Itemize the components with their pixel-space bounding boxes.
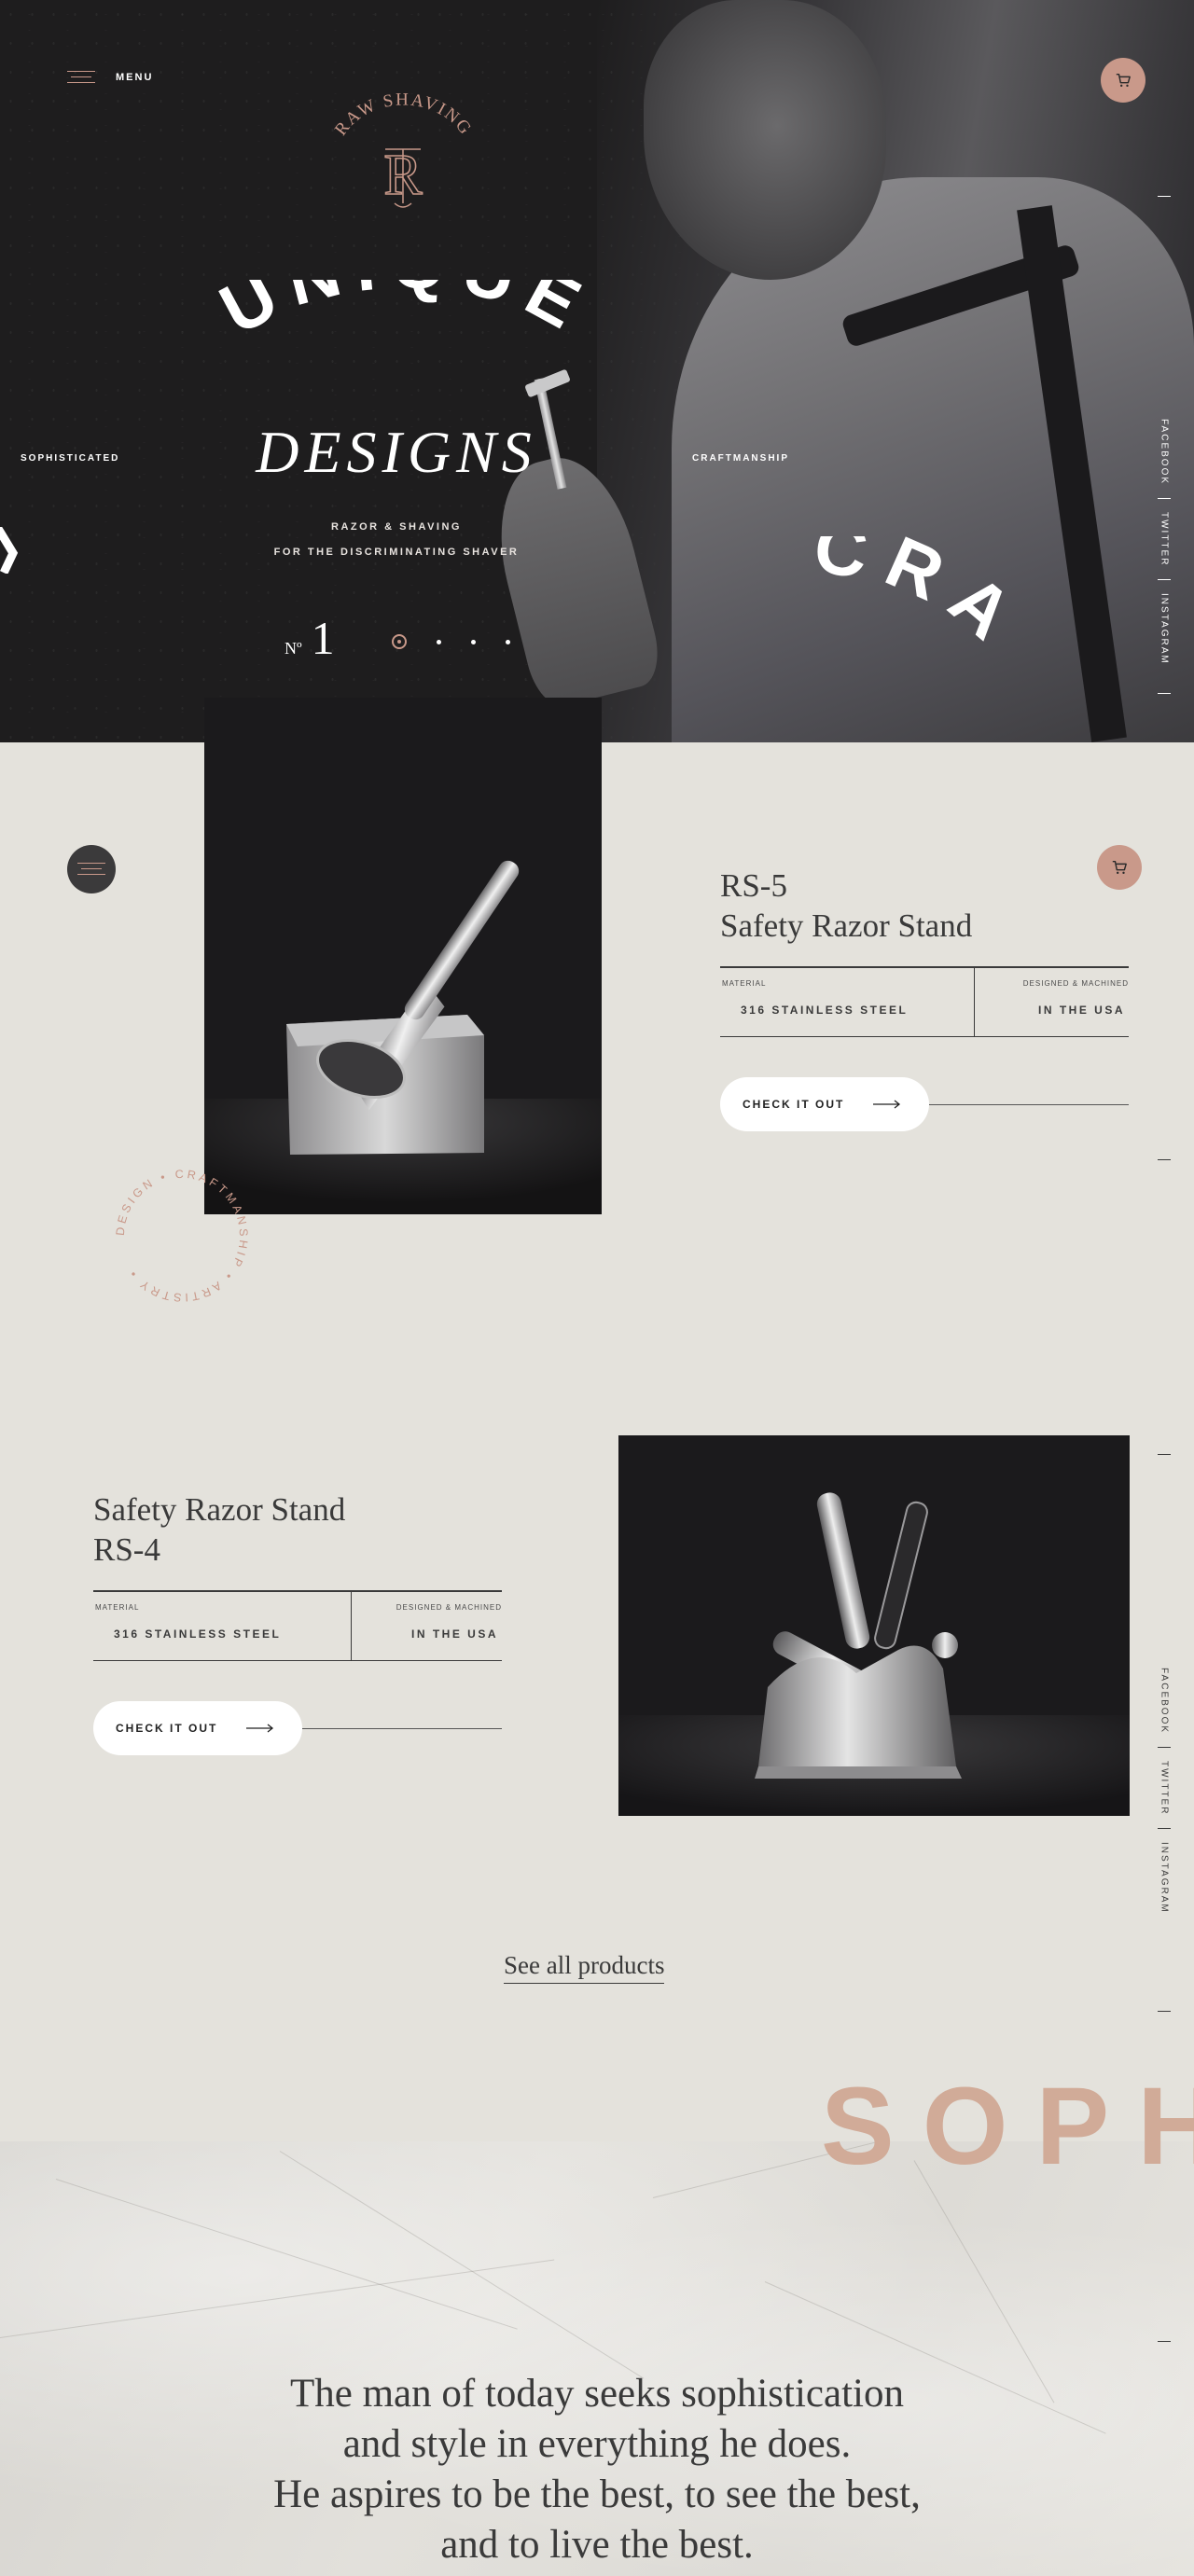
side-menu-button[interactable]: [67, 845, 116, 893]
brand-wordmark: RAW SHAVING: [331, 93, 474, 139]
spec-material-value: 316 STAINLESS STEEL: [114, 1627, 282, 1641]
hero-title: UNIQUE: [208, 280, 604, 350]
hero-social-links: FACEBOOK TWITTER INSTAGRAM: [1150, 196, 1178, 695]
spec-origin: DESIGNED & MACHINED IN THE USA: [351, 1592, 502, 1660]
see-all-products-link[interactable]: See all products: [504, 1951, 665, 1984]
product-rs4-title[interactable]: Safety Razor Stand RS-4: [93, 1489, 502, 1570]
slide-dot-3[interactable]: [471, 639, 476, 644]
quote-line1: The man of today seeks sophistication: [290, 2372, 904, 2416]
product-rs4-info: Safety Razor Stand RS-4 MATERIAL 316 STA…: [93, 1489, 502, 1755]
product-rs5-title-line1: RS-5: [720, 867, 787, 904]
hero-subtitle: RAZOR & SHAVING FOR THE DISCRIMINATING S…: [243, 515, 550, 565]
hero-script-title: DESIGNS: [256, 419, 537, 485]
facebook-link[interactable]: FACEBOOK: [1159, 419, 1170, 485]
product-rs4-cta: CHECK IT OUT: [93, 1701, 502, 1755]
product-rs5-title-line2: Safety Razor Stand: [720, 907, 973, 944]
svg-text:DESIGN • CRAFTMANSHIP • ARTIST: DESIGN • CRAFTMANSHIP • ARTISTRY •: [114, 1168, 250, 1304]
brand-logo[interactable]: RAW SHAVING R: [322, 93, 485, 215]
cta-divider-line: [302, 1727, 502, 1729]
instagram-link[interactable]: INSTAGRAM: [1159, 593, 1170, 665]
check-it-out-button[interactable]: CHECK IT OUT: [720, 1077, 929, 1131]
hero-subtitle-line2: FOR THE DISCRIMINATING SHAVER: [273, 547, 520, 558]
arrow-right-icon: [246, 1724, 274, 1733]
check-it-out-label: CHECK IT OUT: [743, 1098, 845, 1111]
product-rs5-photo: [204, 860, 602, 1214]
side-rail-marker: [1150, 2341, 1178, 2342]
hero-subtitle-line1: RAZOR & SHAVING: [331, 521, 462, 533]
spec-material-value: 316 STAINLESS STEEL: [741, 1004, 909, 1017]
slide-pagination: [392, 634, 510, 649]
instagram-link[interactable]: INSTAGRAM: [1159, 1842, 1170, 1914]
svg-text:CRA: CRA: [810, 536, 1041, 666]
slide-dot-1[interactable]: [392, 634, 407, 649]
cta-divider-line: [929, 1103, 1129, 1105]
cart-button[interactable]: [1101, 58, 1145, 103]
spec-origin-value: IN THE USA: [410, 1627, 498, 1641]
menu-label: MENU: [116, 72, 154, 83]
check-it-out-button[interactable]: CHECK IT OUT: [93, 1701, 302, 1755]
arrow-right-icon: [873, 1100, 901, 1109]
hero-section: MENU RAW SHAVING R UNIQUE DESIGNS RAZOR …: [0, 0, 1194, 742]
spec-material-label: MATERIAL: [722, 979, 767, 988]
product-rs5-info: RS-5 Safety Razor Stand MATERIAL 316 STA…: [720, 866, 1129, 1131]
spec-material: MATERIAL 316 STAINLESS STEEL: [720, 968, 974, 1036]
sophisticated-big-word: SOPH: [821, 2065, 1194, 2188]
product-rs4-title-line2: RS-4: [93, 1531, 160, 1568]
slide-dot-2[interactable]: [437, 639, 441, 644]
spec-material-label: MATERIAL: [95, 1603, 140, 1612]
product-rs4-image[interactable]: [618, 1435, 1130, 1816]
product-rs4-title-line1: Safety Razor Stand: [93, 1491, 346, 1528]
product-rs5-image[interactable]: [204, 698, 602, 1214]
quote-line3: He aspires to be the best, to see the be…: [273, 2472, 921, 2516]
hero-big-word: CRA: [810, 536, 1041, 666]
spec-origin-label: DESIGNED & MACHINED: [1022, 979, 1129, 988]
spec-origin-value: IN THE USA: [1037, 1004, 1125, 1017]
cart-icon: [1116, 73, 1131, 88]
hamburger-icon: [77, 863, 105, 876]
slide-number: 1: [311, 612, 335, 664]
hero-right-word: CRAFTMANSHIP: [692, 453, 789, 464]
svg-text:RAW SHAVING: RAW SHAVING: [331, 93, 476, 139]
spec-origin: DESIGNED & MACHINED IN THE USA: [974, 968, 1129, 1036]
brand-quote: The man of today seeks sophistication an…: [168, 2369, 1026, 2570]
menu-button[interactable]: MENU: [67, 71, 153, 84]
spec-origin-label: DESIGNED & MACHINED: [396, 1603, 502, 1612]
quote-line4: and to live the best.: [440, 2523, 754, 2567]
spec-material: MATERIAL 316 STAINLESS STEEL: [93, 1592, 351, 1660]
check-it-out-label: CHECK IT OUT: [116, 1722, 218, 1735]
product-rs4-photo: [618, 1492, 1130, 1816]
product-rs5-cta: CHECK IT OUT: [720, 1077, 1129, 1131]
twitter-link[interactable]: TWITTER: [1159, 1761, 1170, 1815]
product-rs5-title[interactable]: RS-5 Safety Razor Stand: [720, 866, 1129, 946]
slide-counter: Nº 1: [285, 611, 335, 665]
slide-prefix: Nº: [285, 639, 302, 658]
craftmanship-badge: DESIGN • CRAFTMANSHIP • ARTISTRY •: [114, 1168, 250, 1304]
hero-rotating-text-fragment: [0, 527, 19, 574]
facebook-link[interactable]: FACEBOOK: [1159, 1668, 1170, 1734]
hero-left-word: SOPHISTICATED: [21, 453, 120, 464]
quote-line2: and style in everything he does.: [342, 2422, 852, 2466]
twitter-link[interactable]: TWITTER: [1159, 512, 1170, 566]
product-rs4-specs: MATERIAL 316 STAINLESS STEEL DESIGNED & …: [93, 1590, 502, 1661]
slide-dot-4[interactable]: [506, 639, 510, 644]
product-rs5-specs: MATERIAL 316 STAINLESS STEEL DESIGNED & …: [720, 966, 1129, 1037]
hamburger-icon: [67, 71, 95, 84]
svg-text:UNIQUE: UNIQUE: [208, 280, 604, 350]
side-social-links: FACEBOOK TWITTER INSTAGRAM: [1150, 1159, 1178, 2013]
